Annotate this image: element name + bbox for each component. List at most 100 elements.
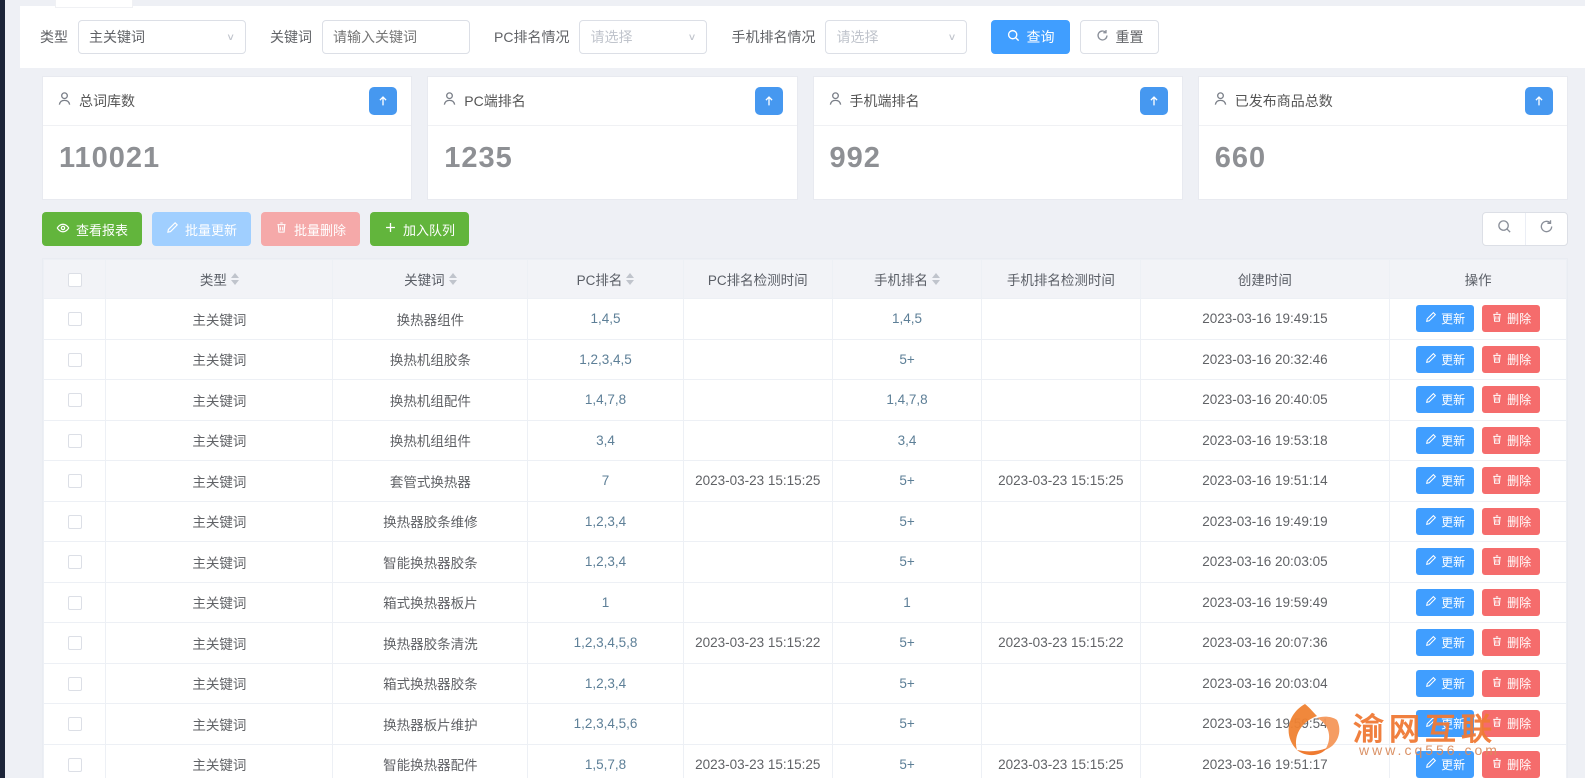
table-row: 主关键词换热器胶条维修1,2,3,45+2023-03-16 19:49:19更…: [44, 501, 1567, 542]
batch-update-button[interactable]: 批量更新: [152, 212, 251, 246]
actions-cell: 更新删除: [1390, 420, 1567, 461]
arrow-up-button[interactable]: [369, 87, 397, 115]
type-select-value: 主关键词: [89, 27, 145, 47]
delete-button[interactable]: 删除: [1482, 346, 1540, 373]
table-header-row: 类型关键词PC排名PC排名检测时间手机排名手机排名检测时间创建时间操作: [44, 260, 1567, 299]
mobile-rank-time-cell: [982, 339, 1140, 380]
edit-icon: [1425, 311, 1437, 326]
delete-button[interactable]: 删除: [1482, 386, 1540, 413]
type-cell: 主关键词: [106, 663, 333, 704]
row-checkbox[interactable]: [68, 393, 82, 407]
type-select[interactable]: 主关键词 ∨: [78, 20, 246, 54]
row-checkbox[interactable]: [68, 353, 82, 367]
type-cell: 主关键词: [106, 501, 333, 542]
arrow-up-button[interactable]: [1140, 87, 1168, 115]
keyword-cell: 换热机组配件: [333, 380, 528, 421]
col-type[interactable]: 类型: [106, 260, 333, 299]
row-checkbox[interactable]: [68, 677, 82, 691]
stat-card-pc-rank: PC端排名 1235: [427, 76, 797, 200]
col-keyword[interactable]: 关键词: [333, 260, 528, 299]
row-checkbox[interactable]: [68, 555, 82, 569]
edit-icon: [1425, 554, 1437, 569]
col-pc-rank[interactable]: PC排名: [528, 260, 683, 299]
trash-icon: [1491, 716, 1503, 731]
update-button[interactable]: 更新: [1416, 548, 1474, 575]
row-checkbox[interactable]: [68, 758, 82, 772]
stat-card-total-keywords: 总词库数 110021: [42, 76, 412, 200]
table-refresh-button[interactable]: [1525, 213, 1567, 245]
delete-button[interactable]: 删除: [1482, 548, 1540, 575]
delete-button[interactable]: 删除: [1482, 427, 1540, 454]
update-button[interactable]: 更新: [1416, 386, 1474, 413]
pc-rank-cell: 3,4: [528, 420, 683, 461]
created-time-cell: 2023-03-16 20:07:36: [1140, 623, 1390, 664]
update-button[interactable]: 更新: [1416, 346, 1474, 373]
row-checkbox[interactable]: [68, 474, 82, 488]
delete-button[interactable]: 删除: [1482, 629, 1540, 656]
mobile-rank-time-cell: [982, 501, 1140, 542]
row-checkbox[interactable]: [68, 636, 82, 650]
type-cell: 主关键词: [106, 542, 333, 583]
delete-button[interactable]: 删除: [1482, 751, 1540, 778]
pc-rank-select[interactable]: 请选择 ∨: [579, 20, 707, 54]
sort-caret-icon[interactable]: [932, 273, 940, 285]
table-row: 主关键词换热器板片维护1,2,3,4,5,65+2023-03-16 19:59…: [44, 704, 1567, 745]
trash-icon: [1491, 595, 1503, 610]
actions-cell: 更新删除: [1390, 663, 1567, 704]
row-checkbox[interactable]: [68, 717, 82, 731]
mobile-rank-select[interactable]: 请选择 ∨: [825, 20, 967, 54]
update-button[interactable]: 更新: [1416, 467, 1474, 494]
select-all-checkbox[interactable]: [68, 273, 82, 287]
row-checkbox[interactable]: [68, 515, 82, 529]
pc-rank-time-cell: [683, 704, 832, 745]
mobile-rank-cell: 5+: [832, 501, 981, 542]
update-button[interactable]: 更新: [1416, 629, 1474, 656]
row-checkbox[interactable]: [68, 312, 82, 326]
update-button[interactable]: 更新: [1416, 589, 1474, 616]
pc-rank-time-cell: [683, 380, 832, 421]
table-row: 主关键词套管式换热器72023-03-23 15:15:255+2023-03-…: [44, 461, 1567, 502]
pc-rank-time-cell: [683, 542, 832, 583]
filter-bar: 类型 主关键词 ∨ 关键词 PC排名情况 请选择 ∨ 手机排名情况 请选择 ∨ …: [20, 6, 1585, 68]
edit-icon: [1425, 635, 1437, 650]
created-time-cell: 2023-03-16 19:59:54: [1140, 704, 1390, 745]
type-cell: 主关键词: [106, 704, 333, 745]
pc-rank-cell: 1,2,3,4: [528, 542, 683, 583]
table-search-button[interactable]: [1483, 213, 1525, 245]
delete-button[interactable]: 删除: [1482, 305, 1540, 332]
arrow-up-button[interactable]: [1525, 87, 1553, 115]
actions-cell: 更新删除: [1390, 582, 1567, 623]
keyword-cell: 换热器胶条清洗: [333, 623, 528, 664]
delete-button[interactable]: 删除: [1482, 710, 1540, 737]
delete-button[interactable]: 删除: [1482, 670, 1540, 697]
update-button[interactable]: 更新: [1416, 670, 1474, 697]
pc-rank-time-cell: [683, 299, 832, 340]
delete-button[interactable]: 删除: [1482, 467, 1540, 494]
update-button[interactable]: 更新: [1416, 305, 1474, 332]
update-button[interactable]: 更新: [1416, 427, 1474, 454]
add-queue-button[interactable]: 加入队列: [370, 212, 469, 246]
trash-icon: [1491, 473, 1503, 488]
mobile-rank-cell: 1,4,5: [832, 299, 981, 340]
sort-caret-icon[interactable]: [449, 273, 457, 285]
delete-button[interactable]: 删除: [1482, 589, 1540, 616]
update-button[interactable]: 更新: [1416, 508, 1474, 535]
mobile-rank-cell: 1: [832, 582, 981, 623]
view-report-button[interactable]: 查看报表: [42, 212, 142, 246]
update-button[interactable]: 更新: [1416, 710, 1474, 737]
row-checkbox[interactable]: [68, 434, 82, 448]
edit-icon: [1425, 757, 1437, 772]
sort-caret-icon[interactable]: [626, 273, 634, 285]
stat-card-title: PC端排名: [464, 91, 525, 111]
col-mobile-rank[interactable]: 手机排名: [832, 260, 981, 299]
keyword-cell: 智能换热器配件: [333, 744, 528, 778]
search-button[interactable]: 查询: [991, 20, 1070, 54]
reset-button[interactable]: 重置: [1080, 20, 1159, 54]
sort-caret-icon[interactable]: [231, 273, 239, 285]
update-button[interactable]: 更新: [1416, 751, 1474, 778]
delete-button[interactable]: 删除: [1482, 508, 1540, 535]
row-checkbox[interactable]: [68, 596, 82, 610]
arrow-up-button[interactable]: [755, 87, 783, 115]
batch-delete-button[interactable]: 批量删除: [261, 212, 360, 246]
keyword-input[interactable]: [322, 20, 470, 54]
